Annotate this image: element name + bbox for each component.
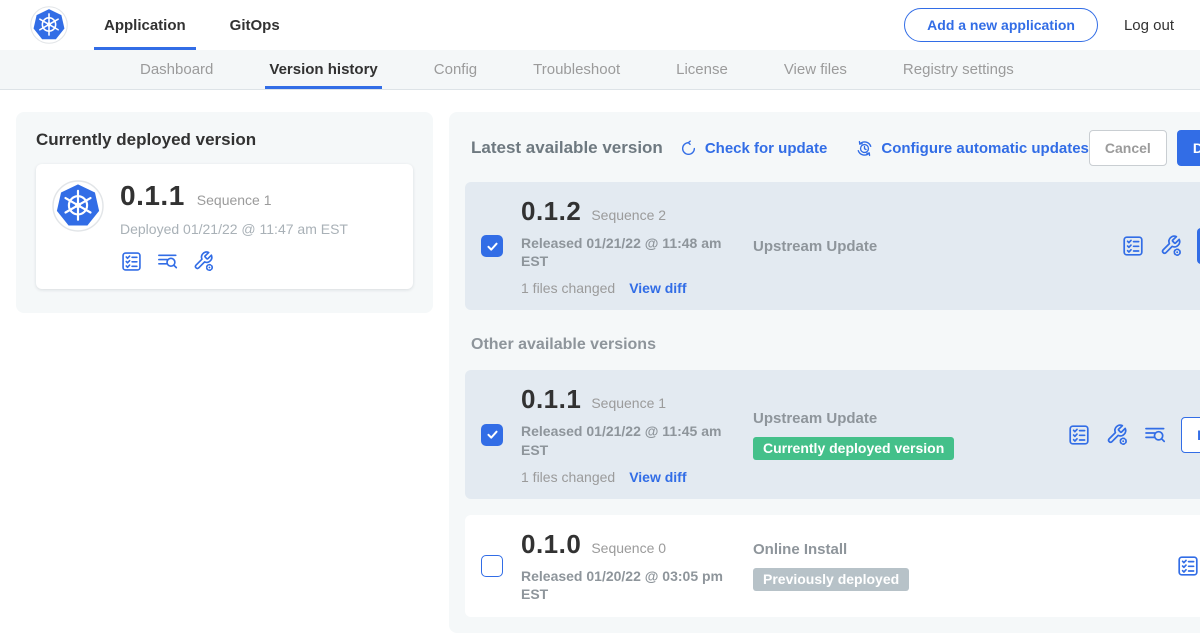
version-source: Upstream Update Currently deployed versi… <box>753 410 1049 460</box>
refresh-icon <box>679 139 698 158</box>
kubernetes-app-icon <box>52 180 104 232</box>
released-timestamp: Released 01/20/22 @ 03:05 pm EST <box>521 567 735 603</box>
other-versions-title: Other available versions <box>471 336 1200 354</box>
sequence-label: Sequence 2 <box>591 207 666 223</box>
configure-automatic-updates-link[interactable]: Configure automatic updates <box>855 139 1089 158</box>
redeploy-button[interactable]: Redeploy <box>1181 417 1200 453</box>
top-nav-tabs: Application GitOps <box>104 0 280 50</box>
subnav-item-view-files[interactable]: View files <box>784 50 847 89</box>
source-label: Upstream Update <box>753 238 1103 255</box>
version-row-0-1-1: 0.1.1 Sequence 1 Released 01/21/22 @ 11:… <box>465 370 1200 498</box>
config-icon[interactable] <box>1159 234 1183 258</box>
version-row-0-1-2: 0.1.2 Sequence 2 Released 01/21/22 @ 11:… <box>465 182 1200 310</box>
check-icon <box>485 239 500 254</box>
add-new-application-button[interactable]: Add a new application <box>904 8 1098 42</box>
file-diff-icon[interactable] <box>1143 423 1167 447</box>
version-source: Online Install Previously deployed <box>753 541 1158 591</box>
version-checkbox[interactable] <box>481 235 503 257</box>
view-diff-link[interactable]: View diff <box>629 469 686 485</box>
currently-deployed-panel: Currently deployed version 0.1.1 Sequenc… <box>16 112 433 313</box>
version-info: 0.1.0 Sequence 0 Released 01/20/22 @ 03:… <box>521 529 735 603</box>
version-actions <box>1176 554 1200 578</box>
version-number: 0.1.1 <box>521 384 581 415</box>
deployed-version-details: 0.1.1 Sequence 1 Deployed 01/21/22 @ 11:… <box>120 180 348 273</box>
source-label: Upstream Update <box>753 410 1049 427</box>
deployed-timestamp: Deployed 01/21/22 @ 11:47 am EST <box>120 221 348 237</box>
version-number: 0.1.0 <box>521 529 581 560</box>
deployed-sequence-label: Sequence 1 <box>197 192 272 208</box>
files-changed-label: 1 files changed <box>521 469 615 485</box>
version-source: Upstream Update <box>753 238 1103 255</box>
sequence-label: Sequence 1 <box>591 395 666 411</box>
released-timestamp: Released 01/21/22 @ 11:45 am EST <box>521 422 735 458</box>
tab-application[interactable]: Application <box>104 0 186 50</box>
version-checkbox[interactable] <box>481 555 503 577</box>
subnav-item-dashboard[interactable]: Dashboard <box>140 50 213 89</box>
kubernetes-logo <box>30 6 68 44</box>
tab-gitops[interactable]: GitOps <box>230 0 280 50</box>
diff-releases-button[interactable]: Diff releases <box>1177 130 1200 166</box>
subnav-item-troubleshoot[interactable]: Troubleshoot <box>533 50 620 89</box>
available-versions-panel: Latest available version Check for updat… <box>449 112 1200 633</box>
file-diff-icon[interactable] <box>156 250 179 273</box>
source-label: Online Install <box>753 541 1158 558</box>
version-number: 0.1.2 <box>521 196 581 227</box>
currently-deployed-badge: Currently deployed version <box>753 437 954 460</box>
check-for-update-link[interactable]: Check for update <box>679 139 828 158</box>
logout-button[interactable]: Log out <box>1124 17 1174 34</box>
released-timestamp: Released 01/21/22 @ 11:48 am EST <box>521 234 735 270</box>
latest-version-title: Latest available version <box>471 138 663 158</box>
main-content: Currently deployed version 0.1.1 Sequenc… <box>0 90 1200 634</box>
preflight-checks-icon[interactable] <box>1067 423 1091 447</box>
update-links: Check for update Configure automatic upd… <box>679 139 1089 158</box>
preflight-checks-icon[interactable] <box>1121 234 1145 258</box>
top-nav: Application GitOps Add a new application… <box>0 0 1200 50</box>
deployed-version-card: 0.1.1 Sequence 1 Deployed 01/21/22 @ 11:… <box>36 164 413 289</box>
header-actions: Cancel Diff releases <box>1089 130 1200 166</box>
config-icon[interactable] <box>1105 423 1129 447</box>
deployed-action-icons <box>120 250 348 273</box>
schedule-update-icon <box>855 139 874 158</box>
latest-version-header: Latest available version Check for updat… <box>465 128 1200 166</box>
cancel-button[interactable]: Cancel <box>1089 130 1167 166</box>
check-icon <box>485 427 500 442</box>
version-info: 0.1.2 Sequence 2 Released 01/21/22 @ 11:… <box>521 196 735 296</box>
config-icon[interactable] <box>192 250 215 273</box>
subnav-item-license[interactable]: License <box>676 50 728 89</box>
previously-deployed-badge: Previously deployed <box>753 568 909 591</box>
subnav-item-version-history[interactable]: Version history <box>269 50 377 89</box>
version-checkbox[interactable] <box>481 424 503 446</box>
files-changed-label: 1 files changed <box>521 280 615 296</box>
check-for-update-label: Check for update <box>705 140 828 157</box>
view-diff-link[interactable]: View diff <box>629 280 686 296</box>
configure-automatic-updates-label: Configure automatic updates <box>881 140 1089 157</box>
version-row-0-1-0: 0.1.0 Sequence 0 Released 01/20/22 @ 03:… <box>465 515 1200 617</box>
subnav-item-config[interactable]: Config <box>434 50 477 89</box>
sequence-label: Sequence 0 <box>591 540 666 556</box>
preflight-checks-icon[interactable] <box>120 250 143 273</box>
currently-deployed-title: Currently deployed version <box>36 130 413 150</box>
version-info: 0.1.1 Sequence 1 Released 01/21/22 @ 11:… <box>521 384 735 484</box>
app-sub-nav: Dashboard Version history Config Trouble… <box>0 50 1200 90</box>
preflight-checks-icon[interactable] <box>1176 554 1200 578</box>
version-actions: Redeploy <box>1067 417 1200 453</box>
subnav-item-registry-settings[interactable]: Registry settings <box>903 50 1014 89</box>
version-actions: Deploy <box>1121 228 1200 264</box>
deployed-version-number: 0.1.1 <box>120 180 185 212</box>
